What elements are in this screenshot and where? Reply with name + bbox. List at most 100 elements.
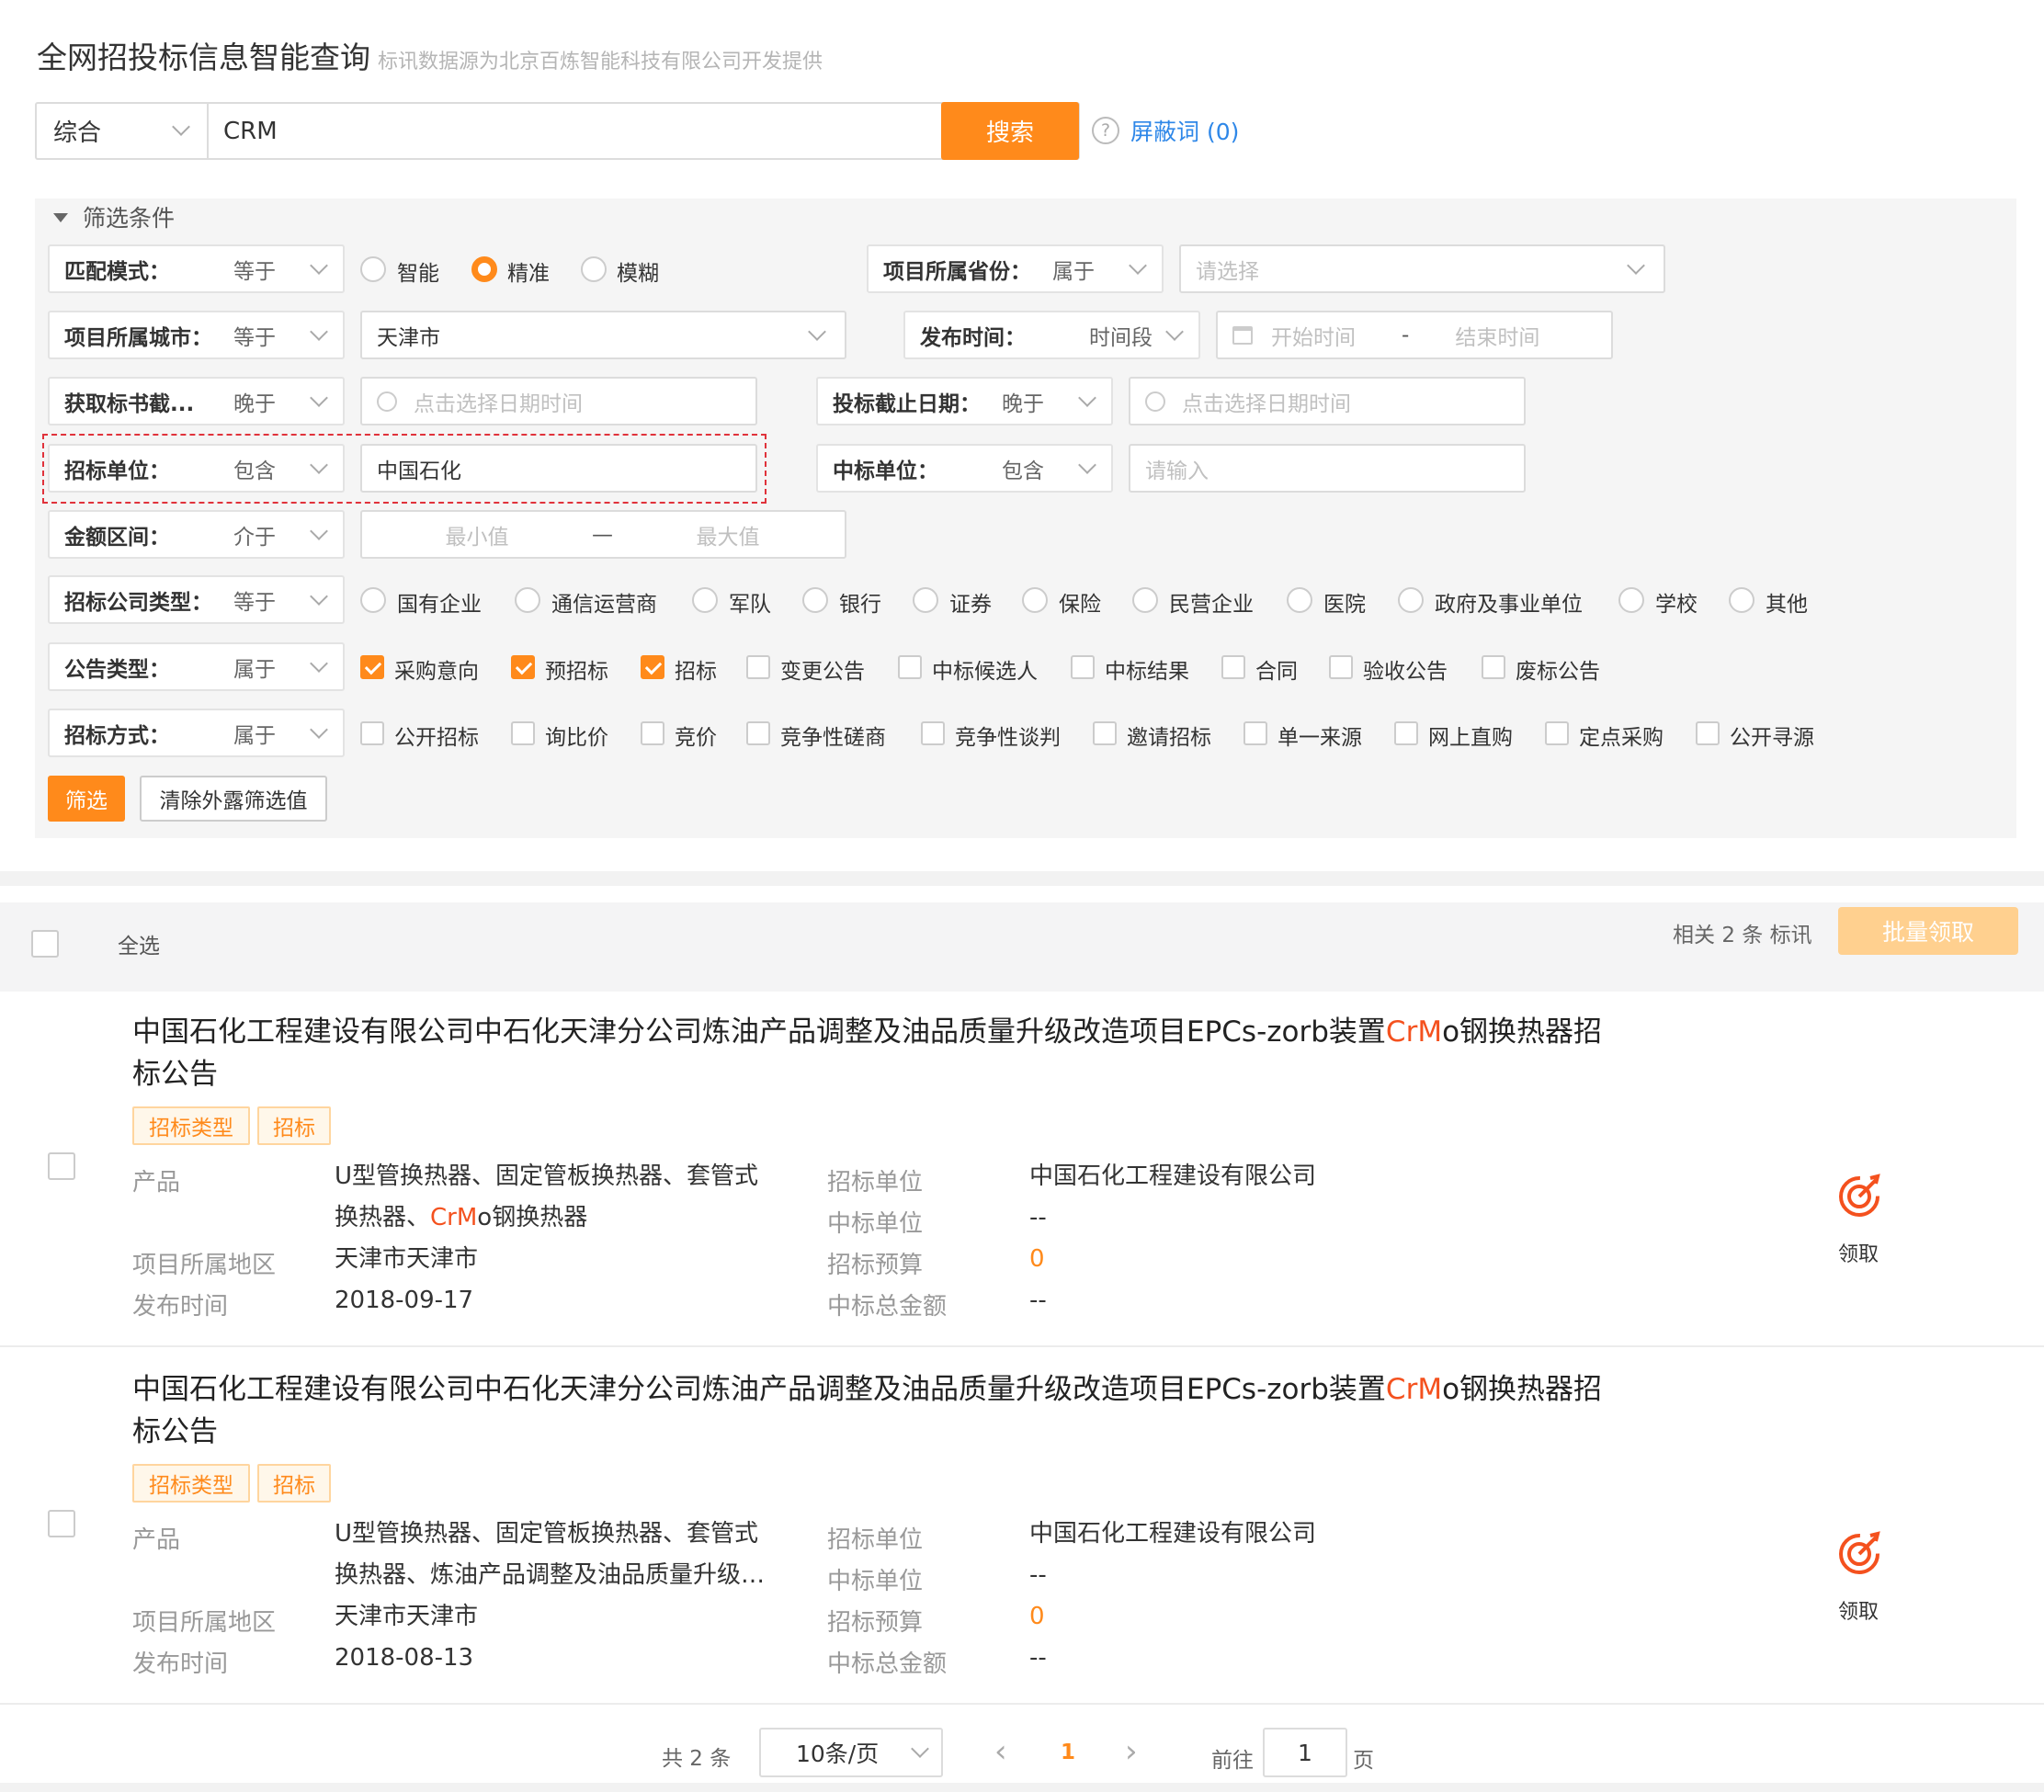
bid-deadline-input[interactable]: 点击选择日期时间 (1129, 377, 1526, 425)
page-1[interactable]: 1 (1061, 1741, 1075, 1764)
notice-type-checkbox[interactable] (746, 655, 770, 679)
prev-page-icon[interactable]: ‹ (994, 1733, 1007, 1770)
chevron-down-icon (1078, 456, 1096, 474)
company-type-radio[interactable] (1618, 587, 1644, 613)
collapse-triangle-icon[interactable] (53, 213, 68, 222)
budget-value: 0 (1029, 1603, 1045, 1630)
item-title-link[interactable]: 中国石化工程建设有限公司中石化天津分公司炼油产品调整及油品质量升级改造项目EPC… (132, 1011, 1658, 1095)
notice-type-checkbox[interactable] (1071, 655, 1095, 679)
amount-max[interactable]: 最大值 (613, 519, 843, 550)
company-type-radio[interactable] (515, 587, 540, 613)
tender-unit-input[interactable]: 中国石化 (360, 444, 757, 493)
method-checkbox[interactable] (1093, 721, 1117, 745)
province-select[interactable]: 请选择 (1179, 244, 1665, 293)
winner-unit-value: -- (1029, 1561, 1047, 1589)
filter-doc-deadline[interactable]: 获取标书截... 晚于 (48, 377, 345, 425)
time-label: 发布时间 (132, 1293, 229, 1321)
filter-tender-unit[interactable]: 招标单位： 包含 (48, 444, 345, 493)
region-value: 天津市天津市 (335, 1603, 479, 1630)
product-value: U型管换热器、固定管板换热器、套管式 换热器、炼油产品调整及油品质量升级… (335, 1520, 766, 1589)
company-type-radio[interactable] (1022, 587, 1048, 613)
method-checkbox[interactable] (1243, 721, 1267, 745)
filter-notice-type[interactable]: 公告类型： 属于 (48, 642, 345, 691)
budget-label: 招标预算 (827, 1252, 924, 1279)
method-checkbox[interactable] (1394, 721, 1418, 745)
method-checkbox[interactable] (921, 721, 945, 745)
filter-province[interactable]: 项目所属省份： 属于 (867, 244, 1164, 293)
notice-type-checkbox[interactable] (1482, 655, 1505, 679)
filter-method[interactable]: 招标方式： 属于 (48, 709, 345, 757)
search-button[interactable]: 搜索 (941, 102, 1079, 160)
company-type-label: 银行 (839, 593, 881, 617)
item-checkbox[interactable] (48, 1510, 75, 1537)
company-type-radio[interactable] (1132, 587, 1158, 613)
notice-type-checkbox[interactable] (641, 655, 664, 679)
company-type-radio[interactable] (692, 587, 718, 613)
notice-type-label: 合同 (1255, 660, 1298, 684)
radio-fuzzy[interactable] (581, 256, 607, 282)
method-checkbox[interactable] (746, 721, 770, 745)
company-type-radio[interactable] (1287, 587, 1312, 613)
filter-match-mode[interactable]: 匹配模式： 等于 (48, 244, 345, 293)
company-type-radio[interactable] (913, 587, 938, 613)
clear-filters-button[interactable]: 清除外露筛选值 (140, 776, 327, 822)
filter-section-title[interactable]: 筛选条件 (83, 200, 175, 233)
chevron-down-icon (310, 323, 328, 341)
doc-deadline-input[interactable]: 点击选择日期时间 (360, 377, 757, 425)
amount-range[interactable]: 最小值 — 最大值 (360, 510, 846, 559)
company-type-radio[interactable] (360, 587, 386, 613)
radio-exact[interactable] (471, 256, 497, 282)
publish-time-range[interactable]: 开始时间 - 结束时间 (1216, 311, 1613, 359)
item-title-link[interactable]: 中国石化工程建设有限公司中石化天津分公司炼油产品调整及油品质量升级改造项目EPC… (132, 1368, 1658, 1453)
company-type-radio[interactable] (802, 587, 828, 613)
filter-button[interactable]: 筛选 (48, 776, 125, 822)
filter-publish-time[interactable]: 发布时间： 时间段 (903, 311, 1200, 359)
filter-company-type[interactable]: 招标公司类型： 等于 (48, 575, 345, 624)
next-page-icon[interactable]: › (1125, 1733, 1138, 1770)
shield-words-link[interactable]: 屏蔽词 (0) (1130, 114, 1239, 147)
radio-smart[interactable] (360, 256, 386, 282)
company-type-label: 通信运营商 (551, 593, 657, 617)
help-icon[interactable]: ? (1092, 117, 1119, 144)
tender-unit-value: 中国石化工程建设有限公司 (1029, 1163, 1317, 1190)
winner-unit-value: -- (1029, 1204, 1047, 1231)
claim-target-icon[interactable] (1837, 1173, 1883, 1219)
search-bar: 综合 CRM (35, 102, 1080, 160)
chevron-down-icon (1078, 389, 1096, 407)
company-type-radio[interactable] (1729, 587, 1754, 613)
select-all-checkbox[interactable] (31, 930, 59, 958)
method-checkbox[interactable] (1696, 721, 1720, 745)
city-select[interactable]: 天津市 (360, 311, 846, 359)
amount-min[interactable]: 最小值 (362, 519, 592, 550)
filter-city[interactable]: 项目所属城市： 等于 (48, 311, 345, 359)
company-type-radio[interactable] (1398, 587, 1424, 613)
claim-button[interactable]: 领取 (1838, 1238, 1879, 1267)
method-checkbox[interactable] (1545, 721, 1569, 745)
batch-claim-button[interactable]: 批量领取 (1838, 907, 2018, 955)
item-checkbox[interactable] (48, 1152, 75, 1180)
filter-bid-deadline[interactable]: 投标截止日期： 晚于 (816, 377, 1113, 425)
notice-type-checkbox[interactable] (360, 655, 384, 679)
method-checkbox[interactable] (511, 721, 535, 745)
notice-type-checkbox[interactable] (1329, 655, 1353, 679)
claim-button[interactable]: 领取 (1838, 1595, 1879, 1625)
method-checkbox[interactable] (360, 721, 384, 745)
method-label: 定点采购 (1579, 726, 1664, 750)
time-label: 发布时间 (132, 1650, 229, 1678)
notice-type-checkbox[interactable] (511, 655, 535, 679)
clock-icon (1145, 391, 1165, 412)
page-size-select[interactable]: 10条/页 (759, 1728, 943, 1777)
claim-target-icon[interactable] (1837, 1530, 1883, 1576)
region-label: 项目所属地区 (132, 1252, 277, 1279)
goto-page-input[interactable]: 1 (1263, 1728, 1347, 1777)
notice-type-checkbox[interactable] (1221, 655, 1245, 679)
method-checkbox[interactable] (641, 721, 664, 745)
notice-type-label: 中标候选人 (932, 660, 1038, 684)
budget-label: 招标预算 (827, 1609, 924, 1637)
filter-amount[interactable]: 金额区间： 介于 (48, 510, 345, 559)
winner-unit-input[interactable]: 请输入 (1129, 444, 1526, 493)
search-category-select[interactable]: 综合 (37, 104, 209, 158)
notice-type-checkbox[interactable] (898, 655, 922, 679)
chevron-down-icon (310, 720, 328, 739)
filter-winner-unit[interactable]: 中标单位： 包含 (816, 444, 1113, 493)
